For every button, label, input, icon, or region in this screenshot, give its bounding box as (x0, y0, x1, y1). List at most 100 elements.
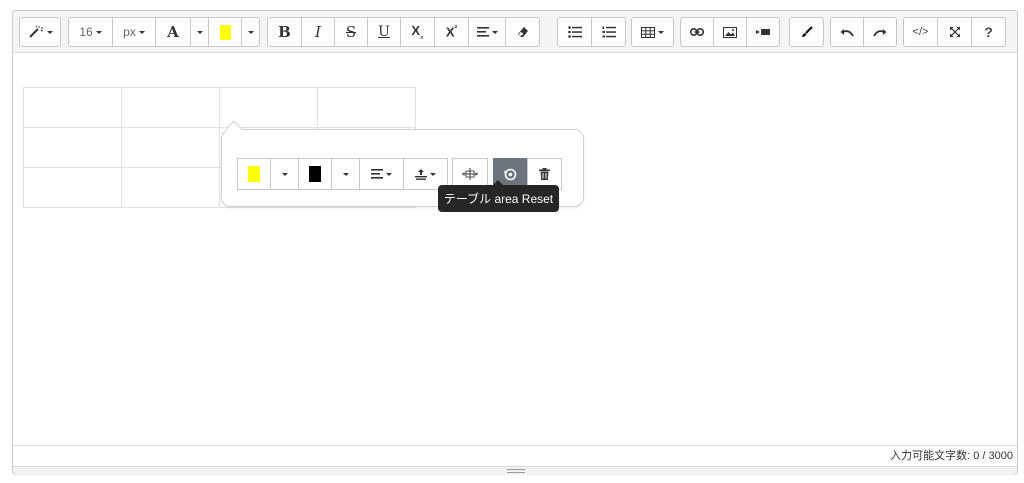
resize-grip-icon (507, 469, 525, 473)
font-unit-dropdown[interactable]: px (112, 17, 156, 47)
chevron-down-icon (138, 30, 145, 34)
tooltip-arrow (493, 180, 503, 185)
font-group: 16 px A (68, 17, 260, 47)
chevron-down-icon (247, 30, 254, 34)
table-cell[interactable] (23, 127, 122, 168)
numbered-list-button[interactable] (591, 17, 626, 47)
strikethrough-icon: S (345, 23, 357, 41)
resize-bar[interactable] (13, 466, 1017, 475)
undo-icon (840, 28, 854, 37)
magic-wand-icon (28, 25, 44, 39)
chevron-down-icon (658, 30, 664, 34)
eraser-icon (517, 26, 529, 38)
code-icon: </> (912, 26, 929, 38)
strikethrough-button[interactable]: S (334, 17, 368, 47)
chevron-down-icon (430, 172, 436, 176)
code-view-button[interactable]: </> (903, 17, 938, 47)
bold-button[interactable]: B (267, 17, 302, 47)
clear-format-button[interactable] (505, 17, 540, 47)
tooltip: テーブル area Reset (438, 180, 559, 212)
help-button[interactable]: ? (971, 17, 1006, 47)
style-group (19, 17, 61, 47)
underline-icon: U (378, 24, 390, 40)
table-color-group (237, 158, 448, 190)
align-left-icon (371, 169, 383, 179)
style-dropdown-button[interactable] (19, 17, 61, 47)
video-icon (756, 28, 770, 36)
trash-icon (539, 168, 550, 180)
superscript-button[interactable]: X² (434, 17, 469, 47)
video-button[interactable] (746, 17, 780, 47)
insert-table-dropdown[interactable] (631, 17, 674, 47)
bold-icon: B (278, 23, 291, 41)
paragraph-align-dropdown[interactable] (468, 17, 506, 47)
table-cell[interactable] (23, 87, 122, 128)
help-icon: ? (984, 24, 993, 40)
character-count: 入力可能文字数: 0 / 3000 (13, 445, 1017, 466)
highlight-swatch-icon (219, 24, 231, 40)
view-group: </> ? (903, 17, 1006, 47)
fullscreen-button[interactable] (937, 17, 972, 47)
italic-button[interactable]: I (301, 17, 335, 47)
insert-group (680, 17, 780, 47)
link-icon (690, 28, 704, 36)
table-icon (641, 26, 655, 38)
font-color-icon: A (167, 23, 179, 41)
link-button[interactable] (680, 17, 714, 47)
font-size-value: 16 (79, 25, 93, 39)
redo-icon (873, 28, 887, 37)
table-row (23, 87, 416, 128)
editor-content-area[interactable] (13, 53, 1017, 445)
table-group (631, 17, 674, 47)
text-color-swatch-icon (309, 166, 321, 182)
table-cell[interactable] (317, 87, 416, 128)
picture-icon (723, 26, 737, 38)
font-unit-value: px (123, 25, 136, 39)
vertical-align-icon (415, 168, 427, 180)
resize-arrows-icon (462, 168, 478, 180)
subscript-button[interactable]: X₂ (400, 17, 435, 47)
format-group: B I S U X₂ X² (267, 17, 540, 47)
highlight-color-dropdown[interactable] (241, 17, 260, 47)
font-color-dropdown[interactable] (190, 17, 209, 47)
table-cell[interactable] (121, 167, 220, 208)
align-left-icon (476, 27, 489, 37)
format-painter-button[interactable] (789, 17, 824, 47)
bullet-list-button[interactable] (557, 17, 592, 47)
table-cell[interactable] (121, 127, 220, 168)
brush-group (789, 17, 824, 47)
chevron-down-icon (386, 172, 392, 176)
text-color-dropdown[interactable] (331, 158, 360, 190)
toolbar: 16 px A B I S U X₂ X² </> ? (13, 11, 1017, 53)
highlight-color-button[interactable] (208, 17, 242, 47)
font-size-dropdown[interactable]: 16 (68, 17, 113, 47)
subscript-icon: X₂ (411, 23, 424, 41)
bullet-list-icon (567, 26, 582, 38)
chevron-down-icon (342, 172, 349, 176)
cell-background-color-dropdown[interactable] (270, 158, 299, 190)
cell-bg-swatch-icon (248, 166, 260, 182)
history-group (830, 17, 897, 47)
undo-button[interactable] (830, 17, 864, 47)
rich-text-editor: 16 px A B I S U X₂ X² </> ? 入力可能文字数: 0 /… (12, 10, 1018, 475)
list-group (557, 17, 626, 47)
table-cell[interactable] (23, 167, 122, 208)
chevron-down-icon (95, 30, 102, 34)
cell-background-color-button[interactable] (237, 158, 271, 190)
chevron-down-icon (46, 30, 53, 34)
chevron-down-icon (281, 172, 288, 176)
expand-icon (949, 26, 961, 38)
numbered-list-icon (602, 26, 616, 38)
table-cell[interactable] (121, 87, 220, 128)
picture-button[interactable] (713, 17, 747, 47)
font-color-button[interactable]: A (155, 17, 191, 47)
reset-icon (504, 168, 517, 181)
tooltip-text: テーブル area Reset (443, 192, 554, 206)
paint-brush-icon (801, 26, 813, 38)
underline-button[interactable]: U (367, 17, 401, 47)
redo-button[interactable] (863, 17, 897, 47)
chevron-down-icon (196, 30, 203, 34)
cell-align-dropdown[interactable] (359, 158, 404, 190)
text-color-button[interactable] (298, 158, 332, 190)
italic-icon: I (315, 23, 321, 41)
